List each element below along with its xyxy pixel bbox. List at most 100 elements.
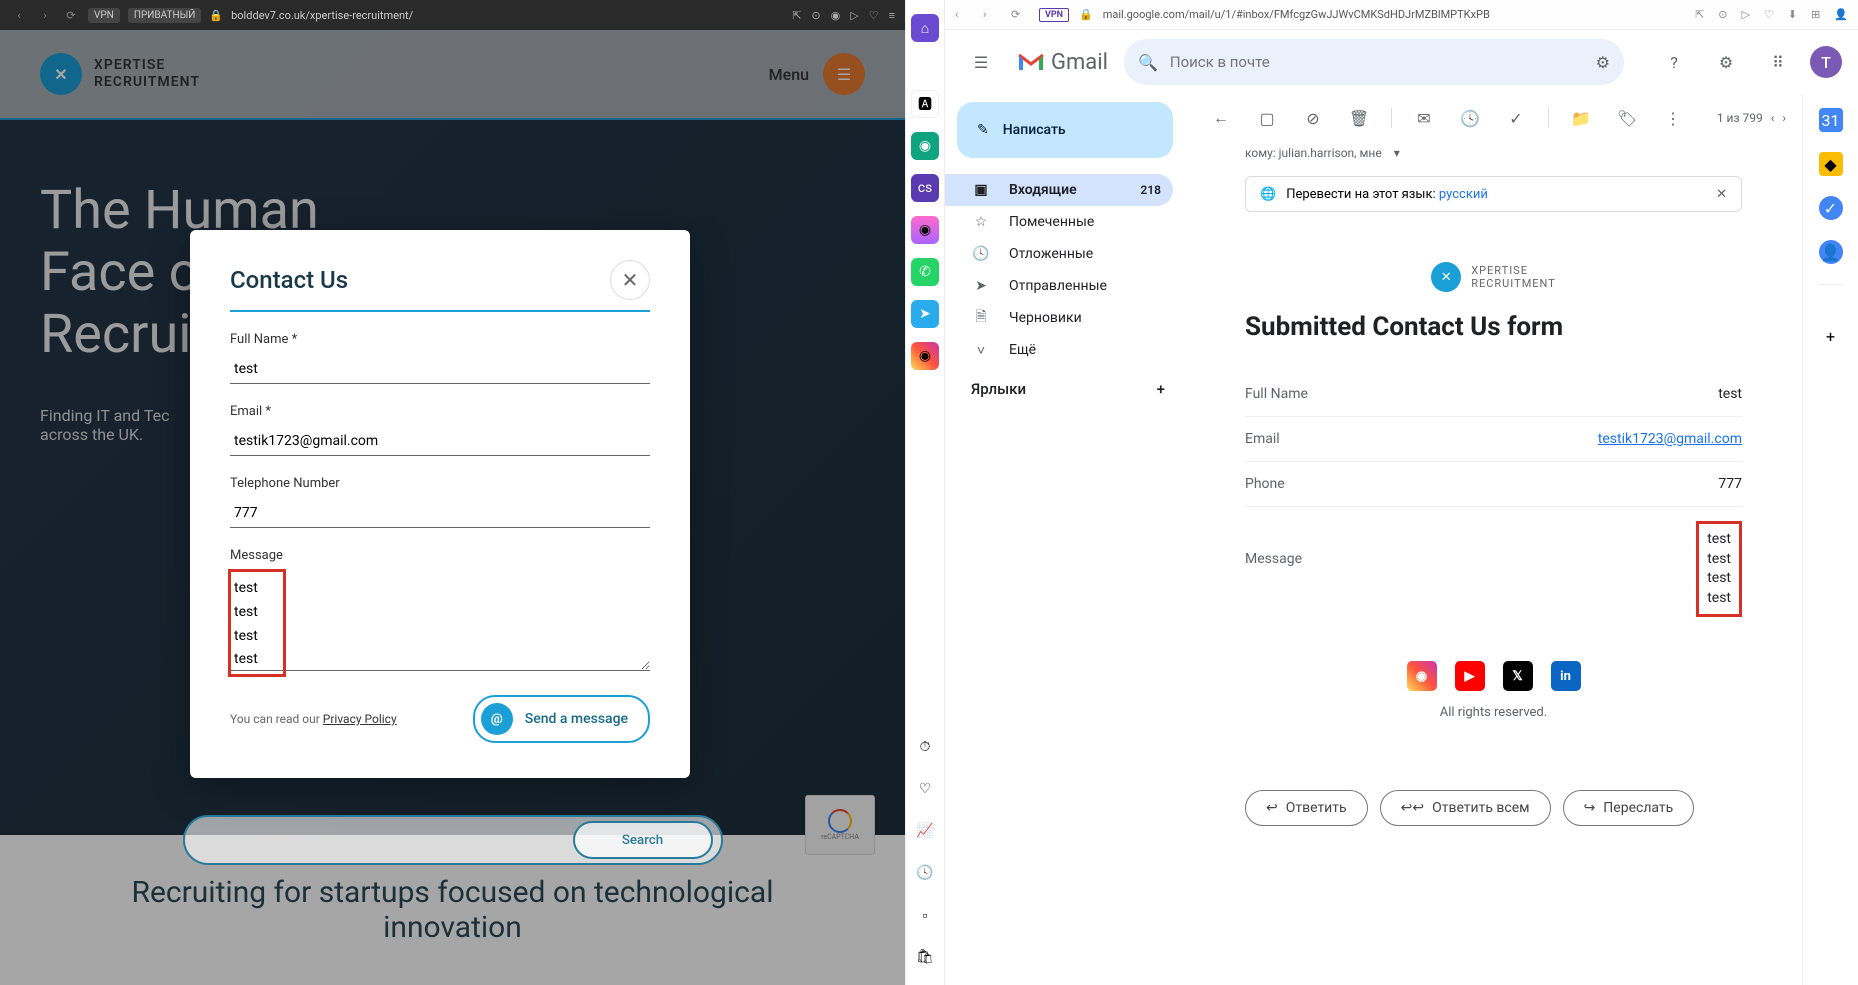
reply-button[interactable]: ↩Ответить <box>1245 790 1368 826</box>
apps-grid-icon[interactable]: ⠿ <box>1758 42 1798 82</box>
heart-outline-icon[interactable]: ♡ <box>911 775 939 803</box>
delete-icon[interactable]: 🗑 <box>1339 98 1379 138</box>
reload-icon[interactable]: ⟳ <box>62 6 80 24</box>
snooze-icon[interactable]: 🕓 <box>1450 98 1490 138</box>
share-icon[interactable]: ⇱ <box>1695 8 1704 21</box>
translate-link[interactable]: русский <box>1439 187 1488 202</box>
heart-icon[interactable]: ♡ <box>1764 8 1774 21</box>
close-icon[interactable]: ✕ <box>610 260 650 300</box>
main-menu-icon[interactable]: ☰ <box>961 42 1001 82</box>
app-icon-1[interactable]: 🅰 <box>911 90 939 118</box>
translate-prefix: Перевести на этот язык: <box>1286 187 1439 202</box>
back-icon[interactable]: ‹ <box>10 6 28 24</box>
nav-item-star[interactable]: ☆Помеченные <box>945 206 1173 238</box>
whatsapp-icon[interactable]: ✆ <box>911 258 939 286</box>
send-message-button[interactable]: @ Send a message <box>473 695 650 743</box>
shopping-icon[interactable]: 🛍 <box>911 943 939 971</box>
camera-icon[interactable]: ⊙ <box>811 9 820 22</box>
search-input[interactable] <box>193 832 573 848</box>
telegram-icon[interactable]: ➤ <box>911 300 939 328</box>
nav-label: Помеченные <box>1009 214 1094 230</box>
compose-button[interactable]: ✎ Написать <box>957 102 1173 158</box>
user-avatar[interactable]: T <box>1810 46 1842 78</box>
back-to-inbox-icon[interactable]: ← <box>1201 98 1241 138</box>
more-icon[interactable]: ⋮ <box>1653 98 1693 138</box>
messenger-icon[interactable]: ◉ <box>911 216 939 244</box>
forward-button[interactable]: ↪Переслать <box>1563 790 1695 826</box>
contacts-icon[interactable]: 👤 <box>1819 240 1843 264</box>
profile-icon[interactable]: 👤 <box>1834 8 1848 21</box>
row-value-message: testtesttesttest <box>1696 521 1742 617</box>
move-to-icon[interactable]: 📁 <box>1561 98 1601 138</box>
download-icon[interactable]: ⬇ <box>1788 8 1797 21</box>
box-icon[interactable]: ▫ <box>911 901 939 929</box>
share-icon[interactable]: ⇱ <box>792 9 801 22</box>
heart-icon[interactable]: ♡ <box>869 9 879 22</box>
x-twitter-icon[interactable]: 𝕏 <box>1503 661 1533 691</box>
reply-all-label: Ответить всем <box>1432 800 1529 816</box>
phone-input[interactable] <box>230 499 650 528</box>
nav-item-inbox[interactable]: ▣Входящие218 <box>945 174 1173 206</box>
nav-item-send[interactable]: ➤Отправленные <box>945 270 1173 302</box>
email-input[interactable] <box>230 427 650 456</box>
settings-icon[interactable]: ⚙ <box>1706 42 1746 82</box>
app-icon-cs[interactable]: cs <box>911 174 939 202</box>
home-icon[interactable]: ⌂ <box>911 14 939 42</box>
reload-icon[interactable]: ⟳ <box>1011 8 1029 21</box>
gmail-search-input[interactable] <box>1170 53 1584 71</box>
at-icon: @ <box>481 703 513 735</box>
graph-icon[interactable]: 📈 <box>911 817 939 845</box>
nav-item-clock[interactable]: 🕓Отложенные <box>945 238 1173 270</box>
instagram-icon[interactable]: ◉ <box>911 342 939 370</box>
add-task-icon[interactable]: ✓ <box>1496 98 1536 138</box>
youtube-icon[interactable]: ▶ <box>1455 661 1485 691</box>
linkedin-icon[interactable]: in <box>1551 661 1581 691</box>
chatgpt-icon[interactable]: ◉ <box>911 132 939 160</box>
gmail-logo[interactable]: Gmail <box>1017 50 1108 75</box>
gmail-search-bar[interactable]: 🔍 ⚙ <box>1124 39 1624 85</box>
forward-icon[interactable]: › <box>983 8 1001 21</box>
search-button[interactable]: Search <box>573 821 713 859</box>
tasks-icon[interactable]: ✓ <box>1819 196 1843 220</box>
play-icon[interactable]: ▷ <box>850 9 858 22</box>
forward-icon[interactable]: › <box>36 6 54 24</box>
labels-icon[interactable]: 🏷 <box>1607 98 1647 138</box>
play-icon[interactable]: ▷ <box>1742 8 1750 21</box>
camera-icon[interactable]: ⊙ <box>1718 8 1727 21</box>
archive-icon[interactable]: ▢ <box>1247 98 1287 138</box>
add-addon-icon[interactable]: + <box>1819 324 1843 348</box>
url-text[interactable]: mail.google.com/mail/u/1/#inbox/FMfcgzGw… <box>1103 8 1685 21</box>
history-icon[interactable]: 🕓 <box>911 859 939 887</box>
extension-icon[interactable]: ⊞ <box>1811 8 1820 21</box>
instagram-icon[interactable]: ◉ <box>1407 661 1437 691</box>
filter-icon[interactable]: ⚙ <box>1596 53 1610 72</box>
back-icon[interactable]: ‹ <box>955 8 973 21</box>
search-icon[interactable]: 🔍 <box>1138 53 1158 72</box>
full-name-input[interactable] <box>230 355 650 384</box>
next-icon[interactable]: › <box>1782 111 1786 125</box>
shield-icon[interactable]: ◉ <box>831 9 841 22</box>
keep-icon[interactable]: ◆ <box>1819 152 1843 176</box>
prev-icon[interactable]: ‹ <box>1771 111 1775 125</box>
chevron-down-icon[interactable]: ▾ <box>1394 146 1400 160</box>
search-bar[interactable]: Search <box>183 815 723 865</box>
stopwatch-icon[interactable]: ⏱ <box>911 733 939 761</box>
url-text[interactable]: bolddev7.co.uk/xpertise-recruitment/ <box>231 9 784 22</box>
add-label-icon[interactable]: + <box>1157 380 1165 398</box>
clock-icon: 🕓 <box>971 246 991 262</box>
inbox-icon: ▣ <box>971 182 991 198</box>
message-textarea[interactable] <box>230 571 650 671</box>
spam-icon[interactable]: ⊘ <box>1293 98 1333 138</box>
calendar-icon[interactable]: 31 <box>1819 108 1843 132</box>
nav-item-file[interactable]: 🗎Черновики <box>945 302 1173 334</box>
close-icon[interactable]: ✕ <box>1716 187 1727 202</box>
privacy-link[interactable]: Privacy Policy <box>323 712 397 726</box>
reply-all-button[interactable]: ↩↩Ответить всем <box>1380 790 1551 826</box>
row-value-email-link[interactable]: testik1723@gmail.com <box>1598 431 1742 447</box>
menu-icon[interactable]: ≡ <box>889 9 895 22</box>
help-icon[interactable]: ? <box>1654 42 1694 82</box>
nav-item-chevron[interactable]: ˅Ещё <box>945 334 1173 366</box>
gmail-header: ☰ Gmail 🔍 ⚙ ? ⚙ ⠿ T <box>945 30 1858 94</box>
mark-unread-icon[interactable]: ✉ <box>1404 98 1444 138</box>
browser-sidebar-strip: ⌂ 🅰 ◉ cs ◉ ✆ ➤ ◉ ⏱ ♡ 📈 🕓 ▫ 🛍 <box>905 0 945 985</box>
